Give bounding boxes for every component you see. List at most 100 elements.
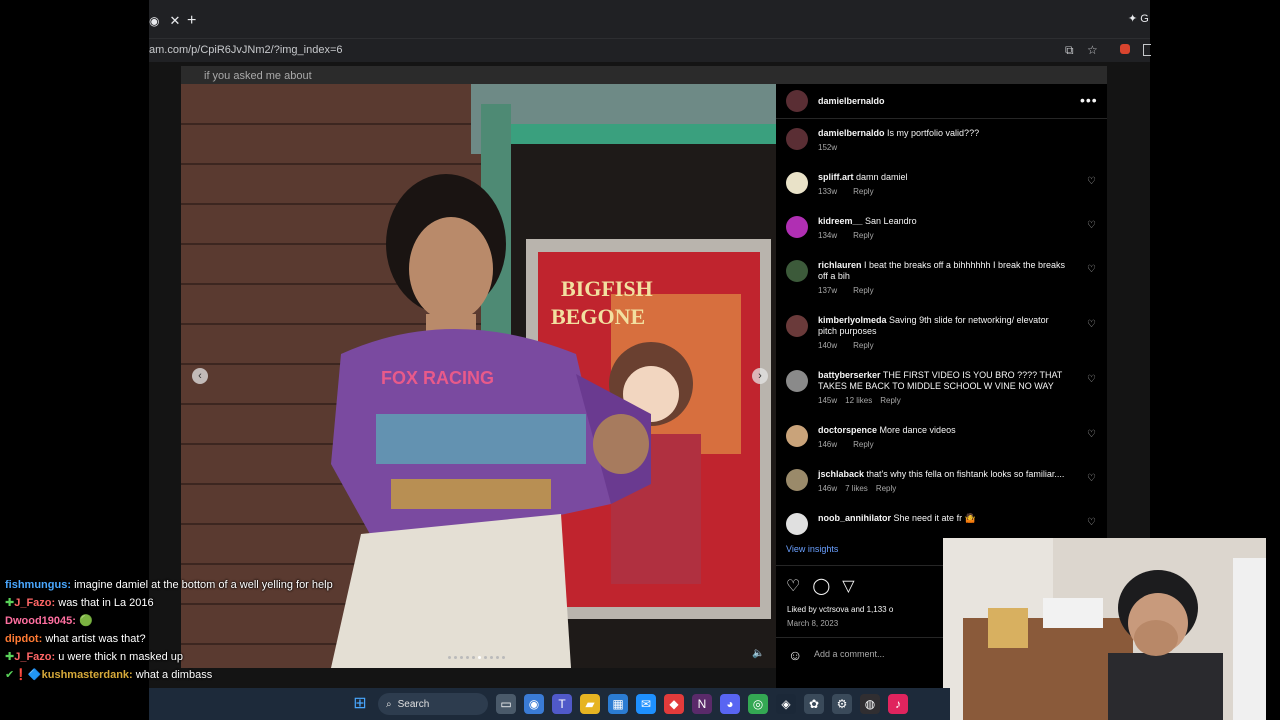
chrome-icon[interactable]: ◎ [748, 694, 768, 714]
commenter-username[interactable]: noob_annihilator [818, 513, 891, 523]
previous-slide-button[interactable]: ‹ [192, 368, 208, 384]
emoji-icon[interactable]: ☺ [788, 647, 802, 663]
comment-likes[interactable]: 7 likes [845, 484, 868, 493]
reply-button[interactable]: Reply [853, 231, 873, 240]
close-tab-icon[interactable]: ✕ [169, 13, 180, 29]
comment-text: jschlaback that's why this fella on fish… [818, 469, 1068, 480]
reply-button[interactable]: Reply [853, 187, 873, 196]
mail-icon[interactable]: ✉ [636, 694, 656, 714]
chat-message: Dwood19045: 🟢 [5, 614, 335, 628]
sidebar-icon[interactable] [1143, 44, 1151, 56]
browser-tab[interactable]: ◉ ✕ [149, 8, 180, 34]
chat-text: what artist was that? [45, 633, 146, 645]
browser-tab-bar [149, 0, 1150, 38]
commenter-avatar[interactable] [786, 172, 808, 194]
chat-username[interactable]: dipdot: [5, 633, 42, 645]
next-app-icon[interactable]: N [692, 694, 712, 714]
commenter-username[interactable]: richlauren [818, 260, 862, 270]
chat-username[interactable]: J_Fazo: [14, 597, 55, 609]
comment-body: spliff.art damn damiel 133w Reply [818, 172, 1068, 216]
reply-button[interactable]: Reply [853, 440, 873, 449]
commenter-avatar[interactable] [786, 216, 808, 238]
chat-username[interactable]: kushmasterdank: [42, 669, 133, 681]
app-icon-1[interactable]: ✿ [804, 694, 824, 714]
comment-like-icon[interactable]: ♡ [1087, 220, 1096, 231]
divider [776, 118, 1107, 119]
start-icon[interactable]: ⊞ [350, 694, 370, 714]
commenter-avatar[interactable] [786, 370, 808, 392]
comment-text: richlauren I beat the breaks off a bihhh… [818, 260, 1068, 282]
comment-meta: 140w Reply [818, 341, 1068, 350]
task-view-icon[interactable]: ▭ [496, 694, 516, 714]
view-insights-link[interactable]: View insights [786, 544, 838, 554]
comment-like-icon[interactable]: ♡ [1087, 374, 1096, 385]
cast-icon[interactable]: ⧉ [1065, 43, 1074, 58]
commenter-username[interactable]: spliff.art [818, 172, 854, 182]
commenter-username[interactable]: kidreem__ [818, 216, 863, 226]
reply-button[interactable]: Reply [853, 341, 873, 350]
reply-button[interactable]: Reply [853, 286, 873, 295]
liked-by-text[interactable]: Liked by vctrsova and 1,133 o [787, 605, 893, 614]
author-username[interactable]: damielbernaldo [818, 96, 885, 106]
comment-list[interactable]: damielbernaldo Is my portfolio valid??? … [786, 128, 1102, 536]
comment-icon[interactable]: ◯ [812, 576, 830, 596]
commenter-avatar[interactable] [786, 425, 808, 447]
comment-body: damielbernaldo Is my portfolio valid??? … [818, 128, 1068, 172]
author-avatar[interactable] [786, 90, 808, 112]
commenter-avatar[interactable] [786, 513, 808, 535]
bookmark-star-icon[interactable]: ☆ [1087, 43, 1098, 57]
comment-text: noob_annihilator She need it ate fr 🤷 [818, 513, 1068, 524]
next-slide-button[interactable]: › [752, 368, 768, 384]
extension-icon[interactable] [1120, 44, 1130, 54]
more-options-icon[interactable]: ••• [1080, 92, 1098, 108]
slide-dot [490, 656, 493, 659]
red-app-icon[interactable]: ◆ [664, 694, 684, 714]
comment-like-icon[interactable]: ♡ [1087, 517, 1096, 528]
chat-username[interactable]: Dwood19045: [5, 615, 76, 627]
comment-likes[interactable]: 12 likes [845, 396, 872, 405]
music-icon[interactable]: ♪ [888, 694, 908, 714]
commenter-username[interactable]: damielbernaldo [818, 128, 885, 138]
slide-dot [484, 656, 487, 659]
commenter-username[interactable]: battyberserker [818, 370, 881, 380]
comment-like-icon[interactable]: ♡ [1087, 473, 1096, 484]
reply-button[interactable]: Reply [880, 396, 900, 405]
obs-icon[interactable]: ◍ [860, 694, 880, 714]
add-comment-input[interactable] [812, 648, 946, 660]
comment-like-icon[interactable]: ♡ [1087, 176, 1096, 187]
comment-like-icon[interactable]: ♡ [1087, 319, 1096, 330]
commenter-avatar[interactable] [786, 260, 808, 282]
like-icon[interactable]: ♡ [786, 576, 800, 596]
comment-time: 152w [818, 143, 838, 152]
store-icon[interactable]: ▦ [608, 694, 628, 714]
settings-icon[interactable]: ⚙ [832, 694, 852, 714]
file-explorer-icon[interactable]: ▰ [580, 694, 600, 714]
chat-text: 🟢 [78, 615, 93, 627]
comment-item: battyberserker THE FIRST VIDEO IS YOU BR… [786, 370, 1102, 425]
gemini-button[interactable]: ✦ G [1128, 12, 1149, 25]
copilot-icon[interactable]: ◉ [524, 694, 544, 714]
commenter-username[interactable]: doctorspence [818, 425, 877, 435]
comment-like-icon[interactable]: ♡ [1087, 429, 1096, 440]
reply-button[interactable]: Reply [876, 484, 896, 493]
share-icon[interactable]: ▽ [842, 576, 854, 596]
stream-chat: fishmungus: imagine damiel at the bottom… [5, 578, 335, 686]
steam-icon[interactable]: ◈ [776, 694, 796, 714]
discord-icon[interactable]: ◕ [720, 694, 740, 714]
comment-item: doctorspence More dance videos 146w Repl… [786, 425, 1102, 469]
comment-like-icon[interactable]: ♡ [1087, 264, 1096, 275]
chat-username[interactable]: fishmungus: [5, 579, 71, 591]
comment-body: kidreem__ San Leandro 134w Reply [818, 216, 1068, 260]
commenter-avatar[interactable] [786, 469, 808, 491]
mute-icon[interactable]: 🔈 [752, 648, 764, 659]
commenter-username[interactable]: jschlaback [818, 469, 864, 479]
comment-message: that's why this fella on fishtank looks … [866, 469, 1065, 479]
teams-icon[interactable]: T [552, 694, 572, 714]
taskbar-search[interactable]: ⌕ Search [378, 693, 488, 715]
commenter-avatar[interactable] [786, 315, 808, 337]
new-tab-button[interactable]: + [187, 12, 196, 30]
address-bar[interactable]: am.com/p/CpiR6JvJNm2/?img_index=6 [149, 44, 343, 56]
commenter-username[interactable]: kimberlyolmeda [818, 315, 887, 325]
commenter-avatar[interactable] [786, 128, 808, 150]
chat-username[interactable]: J_Fazo: [14, 651, 55, 663]
